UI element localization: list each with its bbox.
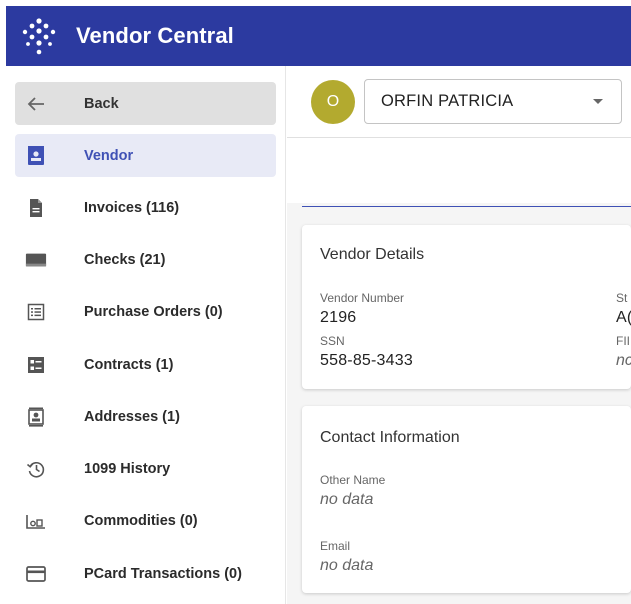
chevron-down-icon[interactable]: [593, 99, 603, 104]
sidebar-item-invoices[interactable]: Invoices (116): [15, 186, 276, 229]
fein-value: nc: [616, 352, 631, 369]
commodities-icon: [25, 510, 47, 532]
vendor-number-value: 2196: [320, 309, 357, 326]
sidebar-item-addresses[interactable]: Addresses (1): [15, 395, 276, 438]
sidebar-item-label: 1099 History: [84, 460, 171, 477]
status-label: St: [616, 291, 628, 305]
sidebar-item-pcard-transactions[interactable]: PCard Transactions (0): [15, 552, 276, 595]
other-name-value: no data: [320, 491, 374, 508]
sidebar-item-label: Contracts (1): [84, 356, 174, 373]
vendor-number-label: Vendor Number: [320, 291, 405, 305]
sidebar-item-contracts[interactable]: Contracts (1): [15, 343, 276, 386]
sidebar-item-label: Commodities (0): [84, 512, 198, 529]
sidebar-item-label: Back: [84, 95, 119, 112]
other-name-label: Other Name: [320, 473, 386, 487]
ssn-label: SSN: [320, 334, 345, 348]
ssn-value: 558-85-3433: [320, 352, 413, 369]
sidebar-item-label: Checks (21): [84, 251, 166, 268]
main-content: O ORFIN PATRICIA Vendor Details Vendor N…: [287, 66, 631, 604]
sidebar-item-commodities[interactable]: Commodities (0): [15, 499, 276, 542]
vendor-header: O ORFIN PATRICIA: [287, 66, 631, 203]
vendor-select[interactable]: ORFIN PATRICIA: [364, 79, 622, 124]
tab-indicator: [302, 206, 631, 207]
vendor-select-value: ORFIN PATRICIA: [381, 92, 514, 110]
fein-label: FII: [616, 334, 630, 348]
sidebar-item-label: Invoices (116): [84, 199, 180, 216]
sidebar-item-checks[interactable]: Checks (21): [15, 238, 276, 281]
app-bar: Vendor Central: [6, 6, 631, 66]
sidebar-item-label: Vendor: [84, 147, 134, 164]
app-title: Vendor Central: [76, 23, 234, 48]
list-icon: [25, 301, 47, 323]
sidebar-item-label: Purchase Orders (0): [84, 303, 223, 320]
email-label: Email: [320, 539, 351, 553]
sidebar-item-back[interactable]: Back: [15, 82, 276, 125]
sidebar-nav: Back Vendor Invoices (116) Checks (21) P…: [6, 66, 286, 604]
vendor-card-icon: [25, 145, 47, 167]
sidebar-item-purchase-orders[interactable]: Purchase Orders (0): [15, 290, 276, 333]
status-value: A(: [616, 309, 631, 326]
avatar: O: [311, 80, 355, 124]
history-icon: [25, 458, 47, 480]
document-icon: [25, 197, 47, 219]
contract-icon: [25, 354, 47, 376]
credit-card-icon: [25, 563, 47, 585]
sidebar-item-label: PCard Transactions (0): [84, 565, 242, 582]
vendor-details-card: Vendor Details Vendor Number 2196 SSN 55…: [302, 225, 631, 389]
header-divider: [287, 137, 631, 138]
sidebar-item-1099-history[interactable]: 1099 History: [15, 447, 276, 490]
contact-information-card: Contact Information Other Name no data E…: [302, 406, 631, 593]
sidebar-item-label: Addresses (1): [84, 408, 180, 425]
card-title: Vendor Details: [320, 246, 425, 263]
email-value: no data: [320, 557, 374, 574]
address-card-icon: [25, 406, 47, 428]
check-icon: [25, 249, 47, 271]
card-title: Contact Information: [320, 429, 460, 446]
avatar-letter: O: [326, 93, 340, 110]
arrow-left-icon: [25, 93, 47, 115]
sidebar-item-vendor[interactable]: Vendor: [15, 134, 276, 177]
app-logo-icon[interactable]: [18, 15, 60, 57]
